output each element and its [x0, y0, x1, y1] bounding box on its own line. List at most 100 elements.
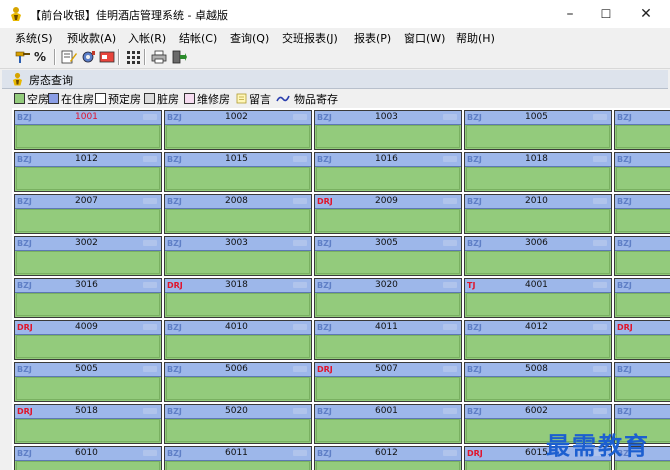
room-status-legend: 空房 在住房 预定房 脏房 维修房 留言 物品寄存	[0, 89, 670, 107]
room-status-marker	[593, 408, 607, 414]
room-status-marker	[293, 450, 307, 456]
room-tile[interactable]: BZJ 1002	[164, 110, 312, 150]
room-tile[interactable]: TJ 4001	[464, 278, 612, 318]
room-tile[interactable]: BZJ 2007	[14, 194, 162, 234]
room-type-code: BZJ	[467, 197, 482, 206]
room-tile[interactable]: BZJ 6011	[164, 446, 312, 470]
room-tile-header: BZJ 5020	[165, 405, 311, 419]
room-status-marker	[293, 282, 307, 288]
room-tile[interactable]: BZJ 3002	[14, 236, 162, 276]
room-tile[interactable]: BZJ 6001	[314, 404, 462, 444]
room-tile[interactable]: BZJ 1003	[314, 110, 462, 150]
edit-note-icon[interactable]	[60, 49, 78, 65]
room-tile[interactable]: BZJ 4012	[464, 320, 612, 360]
room-status-marker	[143, 450, 157, 456]
room-tile-header: BZJ 5005	[15, 363, 161, 377]
room-tile[interactable]: DRJ 2009	[314, 194, 462, 234]
menu-system[interactable]: 系统(S)	[15, 30, 53, 46]
room-tile[interactable]: BZJ 6010	[14, 446, 162, 470]
room-tile-header: BZJ 2008	[165, 195, 311, 209]
menu-checkout[interactable]: 结帐(C)	[179, 30, 217, 46]
room-tile-header: BZJ 3020	[315, 279, 461, 293]
minimize-button[interactable]: –	[550, 0, 590, 28]
menu-help[interactable]: 帮助(H)	[456, 30, 495, 46]
menu-reports[interactable]: 报表(P)	[354, 30, 391, 46]
room-tile-header: BZJ 6002	[465, 405, 611, 419]
room-status-marker	[143, 366, 157, 372]
menu-prepay[interactable]: 预收款(A)	[67, 30, 116, 46]
room-type-code: BZJ	[17, 239, 32, 248]
room-status-marker	[293, 408, 307, 414]
close-button[interactable]: ✕	[626, 0, 666, 28]
card-icon[interactable]	[98, 49, 116, 65]
room-tile[interactable]: BZJ 1015	[164, 152, 312, 192]
room-tile[interactable]: BZJ	[614, 362, 670, 402]
room-tile[interactable]: DRJ 5007	[314, 362, 462, 402]
room-number: 3020	[375, 280, 398, 290]
room-tile[interactable]: BZJ 3003	[164, 236, 312, 276]
room-tile[interactable]: BZJ 1001	[14, 110, 162, 150]
room-number: 2007	[75, 196, 98, 206]
room-tile-body	[316, 251, 460, 274]
room-type-code: BZJ	[17, 365, 32, 374]
room-tile[interactable]: BZJ 3006	[464, 236, 612, 276]
room-tile[interactable]: BZJ 2010	[464, 194, 612, 234]
room-number: 5008	[525, 364, 548, 374]
room-tile-header: BZJ	[615, 195, 670, 209]
legend-swatch	[184, 93, 195, 104]
room-tile[interactable]: DRJ 4009	[14, 320, 162, 360]
room-tile-header: BZJ 2007	[15, 195, 161, 209]
key-icon[interactable]	[14, 49, 32, 65]
room-tile[interactable]: BZJ	[614, 194, 670, 234]
room-tile[interactable]: BZJ 4010	[164, 320, 312, 360]
settings-icon[interactable]	[79, 49, 97, 65]
toolbar: %	[0, 46, 670, 69]
grid-icon[interactable]	[124, 49, 142, 65]
room-tile[interactable]: BZJ 1012	[14, 152, 162, 192]
room-number: 4010	[225, 322, 248, 332]
room-tile[interactable]: DRJ	[614, 320, 670, 360]
room-tile-header: DRJ 5018	[15, 405, 161, 419]
room-tile[interactable]: BZJ 1016	[314, 152, 462, 192]
room-tile[interactable]: BZJ 5005	[14, 362, 162, 402]
room-status-marker	[293, 198, 307, 204]
room-tile[interactable]: BZJ	[614, 152, 670, 192]
room-tile[interactable]: BZJ	[614, 110, 670, 150]
exit-icon[interactable]	[170, 49, 188, 65]
room-status-marker	[293, 240, 307, 246]
menu-query[interactable]: 查询(Q)	[230, 30, 269, 46]
room-tile-header: DRJ 2009	[315, 195, 461, 209]
menu-post-charge[interactable]: 入帐(R)	[128, 30, 166, 46]
room-tile-header: TJ 4001	[465, 279, 611, 293]
room-tile[interactable]: BZJ 5008	[464, 362, 612, 402]
room-tile[interactable]: BZJ 1018	[464, 152, 612, 192]
menu-shift-report[interactable]: 交班报表(J)	[282, 30, 338, 46]
room-tile[interactable]: BZJ 2008	[164, 194, 312, 234]
room-tile[interactable]: BZJ 5020	[164, 404, 312, 444]
maximize-button[interactable]: ☐	[586, 0, 626, 28]
room-tile[interactable]: BZJ 3016	[14, 278, 162, 318]
room-tile[interactable]: BZJ	[614, 278, 670, 318]
room-status-marker	[143, 198, 157, 204]
room-tile-header: BZJ 1012	[15, 153, 161, 167]
room-tile[interactable]: BZJ 5006	[164, 362, 312, 402]
room-tile[interactable]: BZJ 3005	[314, 236, 462, 276]
room-tile[interactable]: DRJ 5018	[14, 404, 162, 444]
room-tile-body	[16, 125, 160, 148]
percent-icon[interactable]: %	[34, 49, 52, 65]
room-tile-header: BZJ 1001	[15, 111, 161, 125]
room-tile[interactable]: DRJ 3018	[164, 278, 312, 318]
room-tile[interactable]: BZJ 6012	[314, 446, 462, 470]
room-tile[interactable]: BZJ 1005	[464, 110, 612, 150]
room-tile[interactable]: BZJ 3020	[314, 278, 462, 318]
room-tile[interactable]: BZJ	[614, 236, 670, 276]
menu-window[interactable]: 窗口(W)	[404, 30, 445, 46]
print-icon[interactable]	[150, 49, 168, 65]
room-tile-header: BZJ 5008	[465, 363, 611, 377]
room-type-code: BZJ	[617, 239, 632, 248]
room-status-marker	[443, 114, 457, 120]
legend-vacant: 空房	[14, 91, 49, 107]
room-type-code: BZJ	[167, 239, 182, 248]
room-type-code: DRJ	[167, 281, 183, 290]
room-tile[interactable]: BZJ 4011	[314, 320, 462, 360]
